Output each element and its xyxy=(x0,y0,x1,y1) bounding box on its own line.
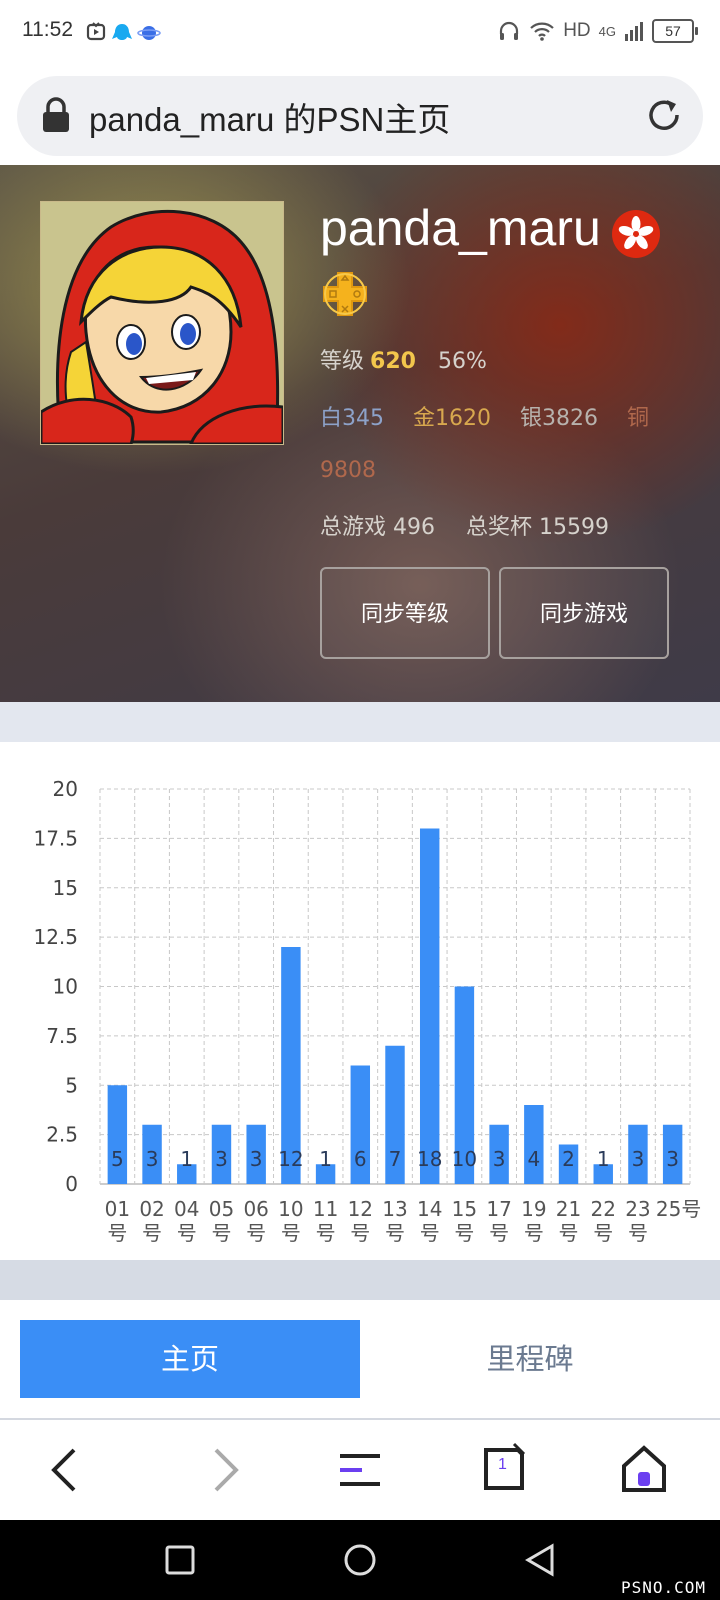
y-tick-label: 10 xyxy=(53,975,78,999)
x-tick-label: 23 号 xyxy=(625,1197,650,1245)
reload-icon[interactable] xyxy=(645,96,683,138)
y-tick-label: 20 xyxy=(53,777,78,801)
recent-apps-icon[interactable] xyxy=(164,1540,196,1584)
username: panda_maru xyxy=(320,200,601,256)
daily-trophy-chart: 0 2.5 5 7.5 10 12.5 15 17.5 20 5 01 号 3 02 号 1 04 号 3 05 号 3 0… xyxy=(0,742,720,1260)
back-triangle-icon[interactable] xyxy=(522,1540,558,1584)
bar-data-label: 7 xyxy=(389,1147,402,1171)
bar-data-label: 3 xyxy=(250,1147,263,1171)
level-value: 620 xyxy=(370,349,416,374)
tab-milestone[interactable]: 里程碑 xyxy=(360,1320,700,1398)
signal-type: 4G xyxy=(598,23,616,39)
y-tick-label: 7.5 xyxy=(46,1024,78,1048)
bar-data-label: 3 xyxy=(666,1147,679,1171)
bar xyxy=(524,1105,544,1184)
section-divider-2 xyxy=(0,1260,720,1300)
signal-icon xyxy=(625,22,643,41)
level-percent: 56% xyxy=(437,349,487,374)
x-tick-label: 17 号 xyxy=(486,1197,511,1245)
level-label: 等级 xyxy=(320,349,365,374)
profile-header: panda_maru 等级 620 56% 白345 金1620 银3826 铜… xyxy=(0,165,720,702)
status-bar: 11:52 HD 4G 57 xyxy=(0,0,720,66)
x-tick-label: 12 号 xyxy=(348,1197,373,1245)
x-tick-label: 21 号 xyxy=(556,1197,581,1245)
totals-info: 总游戏 496 总奖杯 15599 xyxy=(320,509,609,541)
gold-count: 金1620 xyxy=(413,406,491,431)
profile-tabs: 主页 里程碑 xyxy=(0,1300,720,1420)
home-icon[interactable] xyxy=(614,1440,674,1500)
silver-count: 银3826 xyxy=(520,406,598,431)
x-tick-label: 10 号 xyxy=(278,1197,303,1245)
sync-games-button[interactable]: 同步游戏 xyxy=(499,567,669,659)
total-games: 总游戏 496 xyxy=(320,515,435,540)
bar-data-label: 1 xyxy=(180,1147,193,1171)
x-tick-label: 14 号 xyxy=(417,1197,442,1245)
menu-icon[interactable] xyxy=(330,1440,390,1500)
x-tick-label: 19 号 xyxy=(521,1197,546,1245)
x-tick-label: 01 号 xyxy=(105,1197,130,1245)
bar-data-label: 3 xyxy=(493,1147,506,1171)
avatar-image xyxy=(41,202,283,444)
bar-data-label: 3 xyxy=(146,1147,159,1171)
bar-data-label: 1 xyxy=(597,1147,610,1171)
x-tick-label: 11 号 xyxy=(313,1197,338,1245)
headphones-icon xyxy=(500,21,519,40)
page-title: panda_maru 的PSN主页 xyxy=(89,101,451,138)
browser-toolbar: 1 xyxy=(0,1420,720,1520)
status-time: 11:52 xyxy=(22,18,73,41)
platinum-count: 白345 xyxy=(320,406,384,431)
x-tick-label: 04 号 xyxy=(174,1197,199,1245)
y-tick-label: 5 xyxy=(65,1073,78,1097)
watermark: PSNO.COM xyxy=(620,1578,706,1597)
bar-data-label: 4 xyxy=(527,1147,540,1171)
chart-svg: 0 2.5 5 7.5 10 12.5 15 17.5 20 5 01 号 3 02 号 1 04 号 3 05 号 3 0… xyxy=(33,777,701,1245)
bar-data-label: 18 xyxy=(417,1147,442,1171)
tabs-icon[interactable]: 1 xyxy=(474,1440,534,1500)
x-tick-label: 22 号 xyxy=(591,1197,616,1245)
tab-count: 1 xyxy=(498,1456,507,1473)
ps-plus-icon xyxy=(320,269,370,323)
bar xyxy=(419,828,440,1184)
trophy-counts: 白345 金1620 银3826 铜9808 xyxy=(320,393,650,497)
level-info: 等级 620 56% xyxy=(320,343,487,375)
bar-data-label: 10 xyxy=(452,1147,477,1171)
y-tick-label: 17.5 xyxy=(33,826,78,850)
address-bar[interactable]: panda_maru 的PSN主页 xyxy=(17,76,703,156)
tab-home[interactable]: 主页 xyxy=(20,1320,360,1398)
bar-data-label: 3 xyxy=(632,1147,645,1171)
bar-data-label: 1 xyxy=(319,1147,332,1171)
bar-data-label: 3 xyxy=(215,1147,228,1171)
sync-level-button[interactable]: 同步等级 xyxy=(320,567,490,659)
status-right-group: HD 4G 57 xyxy=(497,19,698,43)
y-tick-label: 0 xyxy=(65,1172,78,1196)
lock-icon xyxy=(41,97,71,137)
bar-data-label: 12 xyxy=(278,1147,303,1171)
x-tick-label: 06 号 xyxy=(243,1197,268,1245)
section-divider xyxy=(0,702,720,742)
x-tick-label: 02 号 xyxy=(139,1197,164,1245)
y-tick-label: 2.5 xyxy=(46,1123,78,1147)
y-tick-label: 12.5 xyxy=(33,925,78,949)
bar-data-label: 2 xyxy=(562,1147,575,1171)
home-circle-icon[interactable] xyxy=(342,1540,378,1584)
status-app-icons xyxy=(86,20,166,50)
x-tick-label: 13 号 xyxy=(382,1197,407,1245)
system-navigation-bar xyxy=(0,1520,720,1600)
forward-icon[interactable] xyxy=(194,1440,254,1500)
bar-data-label: 5 xyxy=(111,1147,124,1171)
wifi-icon xyxy=(530,22,554,41)
notification-icons xyxy=(86,22,161,41)
network-type: HD xyxy=(563,20,591,41)
total-trophies: 总奖杯 15599 xyxy=(466,515,609,540)
x-tick-label: 05 号 xyxy=(209,1197,234,1245)
avatar xyxy=(40,201,284,445)
battery-icon: 57 xyxy=(652,19,698,43)
bar-data-label: 6 xyxy=(354,1147,367,1171)
x-tick-label: 15 号 xyxy=(452,1197,477,1245)
x-tick-label: 25号 xyxy=(656,1197,701,1221)
hong-kong-flag-icon xyxy=(611,209,661,263)
y-tick-label: 15 xyxy=(53,876,78,900)
back-icon[interactable] xyxy=(36,1440,96,1500)
